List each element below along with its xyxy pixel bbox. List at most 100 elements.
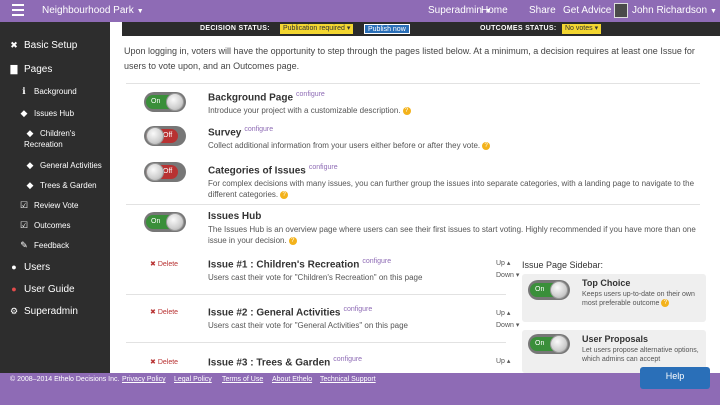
configure-link[interactable]: configure <box>362 258 391 265</box>
top-navbar: Neighbourhood Park ▼ Superadmin ▼ Home Sha… <box>0 0 720 22</box>
up-label: Up <box>496 358 505 365</box>
sidebar-item-superadmin[interactable]: ⚙ Superadmin <box>8 306 78 317</box>
card-title: User Proposals <box>582 334 649 344</box>
caret-down-icon: ▼ <box>710 8 717 15</box>
divider <box>126 83 700 84</box>
user-menu[interactable]: John Richardson ▼ <box>632 5 717 16</box>
help-icon[interactable]: ? <box>482 141 491 150</box>
sidebar-label: Pages <box>24 64 53 75</box>
sidebar-label: Basic Setup <box>24 40 78 51</box>
sidebar-item-basic-setup[interactable]: ✖ Basic Setup <box>8 40 77 51</box>
issue-title: Issue #2 : General Activities <box>208 307 341 319</box>
issues-hub-toggle[interactable]: On <box>144 212 186 232</box>
nav-home[interactable]: Home <box>481 5 508 16</box>
info-icon: ℹ <box>22 86 26 96</box>
user-proposals-toggle[interactable]: On <box>528 334 570 354</box>
move-up-link[interactable]: Up ▴ <box>496 308 519 320</box>
move-down-link[interactable]: Down ▾ <box>496 320 519 332</box>
page-title-categories: Categories of Issues configure <box>208 164 338 176</box>
configure-link[interactable]: configure <box>333 356 362 363</box>
sidebar-item-general-activities[interactable]: ◆ General Activities <box>24 160 102 171</box>
footer-link-legal[interactable]: Legal Policy <box>174 376 212 383</box>
move-up-link[interactable]: Up ▴ <box>496 258 519 270</box>
outcomes-status-dropdown[interactable]: No votes ▾ <box>562 24 602 34</box>
configure-link[interactable]: configure <box>296 91 325 98</box>
help-icon[interactable]: ? <box>661 299 670 308</box>
configure-link[interactable]: configure <box>309 164 338 171</box>
pages-icon: ▇ <box>10 64 18 74</box>
user-name: John Richardson <box>632 5 708 16</box>
card-desc-text: Keeps users up-to-date on their own most… <box>582 291 695 307</box>
tag-icon: ◆ <box>26 160 34 170</box>
issue-desc-1: Users cast their vote for "Children's Re… <box>208 273 423 282</box>
sidebar-item-review-vote[interactable]: ☑ Review Vote <box>18 200 79 211</box>
sidebar-label: Outcomes <box>34 221 71 230</box>
sidebar-item-users[interactable]: ● Users <box>8 262 50 273</box>
sidebar-item-user-guide[interactable]: ● User Guide <box>8 284 74 295</box>
page-desc-background: Introduce your project with a customizab… <box>208 105 508 116</box>
page-title: Background Page <box>208 92 294 104</box>
main-content: Upon logging in, voters will have the op… <box>110 36 720 373</box>
copyright: © 2008–2014 Ethelo Decisions Inc. <box>10 376 120 383</box>
sidebar-label: Users <box>24 262 51 273</box>
nav-share[interactable]: Share <box>529 5 556 16</box>
sidebar-item-trees-garden[interactable]: ◆ Trees & Garden <box>24 180 97 191</box>
page-desc: Introduce your project with a customizab… <box>208 106 401 115</box>
page-desc: The Issues Hub is an overview page where… <box>208 225 696 245</box>
page-title-issues-hub: Issues Hub <box>208 211 261 222</box>
page-desc-issues-hub: The Issues Hub is an overview page where… <box>208 224 698 246</box>
page-title-background: Background Page configure <box>208 91 325 103</box>
down-label: Down <box>496 272 514 279</box>
intro-text: Upon logging in, voters will have the op… <box>124 46 695 71</box>
sidebar-card-top-choice: On Top Choice Keeps users up-to-date on … <box>522 274 706 322</box>
sidebar-label: Superadmin <box>24 306 78 317</box>
sidebar-item-childrens-recreation[interactable]: ◆ Children's Recreation <box>24 128 104 150</box>
site-switcher[interactable]: Neighbourhood Park ▼ <box>42 5 144 16</box>
card-desc: Keeps users up-to-date on their own most… <box>582 290 702 308</box>
sidebar-item-pages[interactable]: ▇ Pages <box>8 64 53 75</box>
top-choice-toggle[interactable]: On <box>528 280 570 300</box>
sidebar-item-issues-hub[interactable]: ◆ Issues Hub <box>18 108 75 119</box>
issue-3-order: Up ▴ <box>496 356 510 368</box>
footer-link-terms[interactable]: Terms of Use <box>222 376 263 383</box>
configure-link[interactable]: configure <box>244 126 273 133</box>
footer-link-privacy[interactable]: Privacy Policy <box>122 376 166 383</box>
page-title: Survey <box>208 127 242 139</box>
background-page-toggle[interactable]: On <box>144 92 186 112</box>
delete-issue-1[interactable]: ✖ Delete <box>150 260 178 268</box>
decision-status-dropdown[interactable]: Publication required ▾ <box>280 24 354 34</box>
sidebar-item-background[interactable]: ℹ Background <box>18 86 77 97</box>
delete-label: Delete <box>157 309 179 316</box>
delete-label: Delete <box>157 359 179 366</box>
help-icon[interactable]: ? <box>288 236 297 245</box>
divider <box>126 342 506 343</box>
site-name: Neighbourhood Park <box>42 5 134 16</box>
sidebar-label: Review Vote <box>34 201 79 210</box>
sidebar-item-feedback[interactable]: ✎ Feedback <box>18 240 69 251</box>
menu-icon[interactable] <box>12 4 24 16</box>
help-icon[interactable]: ? <box>402 106 411 115</box>
footer-link-support[interactable]: Technical Support <box>320 376 376 383</box>
nav-get-advice[interactable]: Get Advice <box>563 5 611 16</box>
sidebar-label: Background <box>34 87 77 96</box>
tag-icon: ◆ <box>26 128 34 138</box>
survey-page-toggle[interactable]: Off <box>144 126 186 146</box>
publish-now-button[interactable]: Publish now <box>364 24 410 34</box>
decision-status-label: DECISION STATUS: <box>200 25 270 32</box>
help-icon[interactable]: ? <box>280 190 289 199</box>
sidebar-item-outcomes[interactable]: ☑ Outcomes <box>18 220 71 231</box>
checkbox-icon: ☑ <box>19 200 29 210</box>
configure-link[interactable]: configure <box>343 306 372 313</box>
divider <box>126 294 506 295</box>
delete-issue-3[interactable]: ✖ Delete <box>150 358 178 366</box>
move-down-link[interactable]: Down ▾ <box>496 270 519 282</box>
toggle-state: Off <box>163 168 173 175</box>
page-title: Categories of Issues <box>208 165 306 177</box>
sidebar-label: Issues Hub <box>34 109 75 118</box>
delete-issue-2[interactable]: ✖ Delete <box>150 308 178 316</box>
categories-page-toggle[interactable]: Off <box>144 162 186 182</box>
sidebar: ✖ Basic Setup ▇ Pages ℹ Background ◆ Issues … <box>0 22 110 373</box>
footer-link-about[interactable]: About Ethelo <box>272 376 312 383</box>
help-button[interactable]: Help <box>640 367 710 389</box>
move-up-link[interactable]: Up ▴ <box>496 356 510 368</box>
